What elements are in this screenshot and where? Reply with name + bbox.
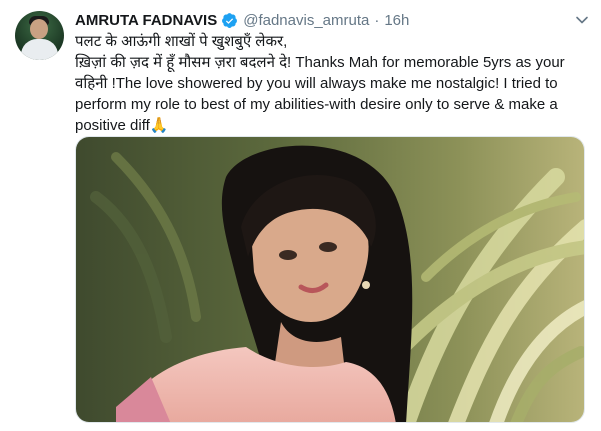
author-name[interactable]: AMRUTA FADNAVIS xyxy=(75,12,217,29)
avatar-shirt xyxy=(21,39,58,60)
avatar-face xyxy=(30,19,48,39)
photo-illustration xyxy=(76,137,584,422)
avatar[interactable] xyxy=(15,11,64,60)
verified-badge-icon xyxy=(221,12,238,29)
separator-dot: · xyxy=(374,11,380,29)
chevron-down-icon[interactable] xyxy=(575,12,589,26)
tweet[interactable]: AMRUTA FADNAVIS @fadnavis_amruta · 16h प… xyxy=(0,0,601,431)
tweet-photo[interactable] xyxy=(75,136,585,423)
author-handle[interactable]: @fadnavis_amruta xyxy=(243,12,369,29)
tweet-timestamp[interactable]: 16h xyxy=(384,12,409,29)
tweet-text: पलट के आऊंगी शाखों पे खुशबुएँ लेकर, ख़िज… xyxy=(75,33,565,134)
tweet-header: AMRUTA FADNAVIS @fadnavis_amruta · 16h xyxy=(75,10,571,30)
